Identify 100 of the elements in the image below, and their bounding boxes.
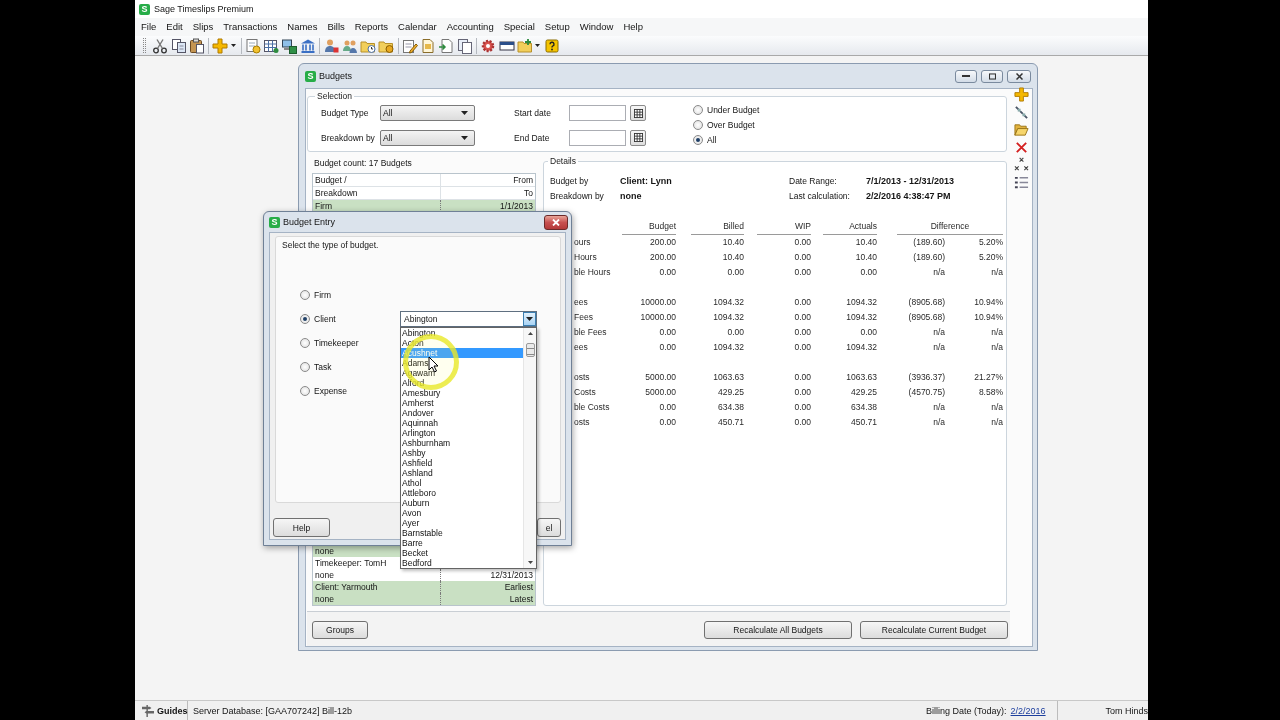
radio-option[interactable]: Client bbox=[300, 311, 400, 327]
radio-option[interactable]: Firm bbox=[300, 287, 400, 303]
menu-item[interactable]: Bills bbox=[322, 20, 350, 34]
table-cell-text: (8905.68) bbox=[907, 311, 945, 324]
folder-icon[interactable] bbox=[1013, 122, 1029, 137]
list-option[interactable]: Barnstable bbox=[401, 528, 523, 538]
documents-icon[interactable] bbox=[456, 37, 473, 54]
copy-icon[interactable] bbox=[170, 37, 187, 54]
calendar-button[interactable] bbox=[630, 105, 646, 122]
column-header[interactable]: To bbox=[524, 188, 533, 198]
list-option[interactable]: Becket bbox=[401, 548, 523, 558]
folder-plus-icon[interactable] bbox=[516, 37, 533, 54]
scrollbar-thumb[interactable] bbox=[525, 343, 535, 357]
scroll-up-icon[interactable] bbox=[527, 332, 533, 335]
list-option[interactable]: Attleboro bbox=[401, 488, 523, 498]
list-option[interactable]: Ashfield bbox=[401, 458, 523, 468]
dropdown[interactable]: All bbox=[380, 105, 475, 122]
list-option[interactable]: Ashby bbox=[401, 448, 523, 458]
person-icon[interactable] bbox=[323, 37, 340, 54]
menu-item[interactable]: Special bbox=[498, 20, 540, 34]
guides-button[interactable]: Guides bbox=[135, 701, 188, 720]
column-header[interactable]: Breakdown bbox=[315, 188, 358, 198]
column-header[interactable]: From bbox=[513, 175, 533, 185]
document-coin-icon[interactable] bbox=[244, 37, 261, 54]
table-cell-text: 634.38 bbox=[850, 401, 877, 414]
list-option[interactable]: Arlington bbox=[401, 428, 523, 438]
list-row[interactable]: none Latest bbox=[313, 593, 535, 605]
maximize-button[interactable] bbox=[981, 69, 1003, 83]
billing-date-link[interactable]: 2/2/2016 bbox=[1010, 705, 1046, 716]
grip-handle[interactable] bbox=[143, 38, 146, 53]
close-button[interactable] bbox=[1007, 69, 1031, 83]
menu-item[interactable]: Window bbox=[574, 20, 619, 34]
list-row[interactable]: Client: Yarmouth Earliest bbox=[313, 581, 535, 593]
list-option[interactable]: Aquinnah bbox=[401, 418, 523, 428]
minimize-button[interactable] bbox=[955, 69, 977, 83]
list-icon[interactable] bbox=[1013, 174, 1029, 190]
list-option[interactable]: Athol bbox=[401, 478, 523, 488]
radio-option[interactable]: Expense bbox=[300, 383, 400, 399]
caret-icon[interactable] bbox=[535, 44, 541, 47]
date-field[interactable] bbox=[569, 129, 626, 146]
calendar-button[interactable] bbox=[630, 129, 646, 146]
radio-option[interactable]: Over Budget bbox=[693, 117, 760, 132]
menu-item[interactable]: File bbox=[136, 20, 162, 34]
x-mark-icon[interactable] bbox=[1013, 139, 1029, 155]
scissors-icon[interactable] bbox=[152, 37, 169, 54]
table-cell-text: n/a bbox=[932, 266, 945, 279]
bank-icon[interactable] bbox=[299, 37, 316, 54]
list-option[interactable]: Ayer bbox=[401, 518, 523, 528]
recalculate-current-button[interactable]: Recalculate Current Budget bbox=[860, 621, 1008, 639]
menu-item[interactable]: Accounting bbox=[441, 20, 499, 34]
groups-button[interactable]: Groups bbox=[312, 621, 368, 639]
menu-item[interactable]: Slips bbox=[187, 20, 219, 34]
row-label: Hours bbox=[574, 251, 598, 264]
list-option[interactable]: Andover bbox=[401, 408, 523, 418]
list-option[interactable]: Bedford bbox=[401, 558, 523, 568]
grid-icon[interactable] bbox=[263, 37, 280, 54]
radio-option[interactable]: Under Budget bbox=[693, 102, 760, 117]
help-button[interactable]: Help bbox=[273, 518, 330, 537]
menu-item[interactable]: Edit bbox=[161, 20, 188, 34]
close-button[interactable] bbox=[544, 214, 568, 230]
list-option[interactable]: Amesbury bbox=[401, 388, 523, 398]
computer-icon[interactable] bbox=[281, 37, 298, 54]
list-option[interactable]: Avon bbox=[401, 508, 523, 518]
dropdown[interactable]: Abington bbox=[400, 311, 537, 327]
scrollbar[interactable] bbox=[523, 328, 536, 568]
radio-option[interactable]: All bbox=[693, 132, 760, 147]
menu-item[interactable]: Help bbox=[618, 20, 648, 34]
dialog-button[interactable]: el bbox=[537, 518, 561, 537]
document-icon[interactable] bbox=[420, 37, 437, 54]
menu-item[interactable]: Transactions bbox=[218, 20, 283, 34]
gear-icon[interactable] bbox=[480, 37, 497, 54]
scroll-down-icon[interactable] bbox=[527, 561, 533, 564]
list-row[interactable]: Firm 1/1/2013 bbox=[313, 200, 535, 212]
dropdown-button[interactable] bbox=[523, 312, 536, 326]
list-option[interactable]: Abington bbox=[401, 328, 523, 338]
list-option[interactable]: Amherst bbox=[401, 398, 523, 408]
menu-item[interactable]: Names bbox=[282, 20, 323, 34]
caret-icon[interactable] bbox=[230, 44, 236, 47]
list-option[interactable]: Ashland bbox=[401, 468, 523, 478]
clipboard-icon[interactable] bbox=[188, 37, 205, 54]
menu-item[interactable]: Reports bbox=[349, 20, 394, 34]
list-option[interactable]: Auburn bbox=[401, 498, 523, 508]
x-marks-icon[interactable] bbox=[1013, 157, 1029, 172]
radio-option[interactable]: Task bbox=[300, 359, 400, 375]
recalculate-all-button[interactable]: Recalculate All Budgets bbox=[704, 621, 852, 639]
list-option[interactable]: Ashburnham bbox=[401, 438, 523, 448]
column-header[interactable]: Budget / bbox=[315, 175, 347, 185]
radio-option[interactable]: Timekeeper bbox=[300, 335, 400, 351]
menu-item[interactable]: Setup bbox=[539, 20, 575, 34]
close-icon bbox=[552, 218, 560, 226]
notepad-pencil-icon[interactable] bbox=[401, 37, 418, 54]
list-option[interactable]: Barre bbox=[401, 538, 523, 548]
document-arrow-icon[interactable] bbox=[438, 37, 455, 54]
help-icon[interactable] bbox=[544, 37, 561, 54]
table-cell-text: n/a bbox=[932, 416, 945, 429]
table-cell-text: 10.40 bbox=[854, 251, 877, 264]
chain-icon[interactable] bbox=[1013, 104, 1029, 120]
menu-item[interactable]: Calendar bbox=[393, 20, 442, 34]
date-field[interactable] bbox=[569, 105, 626, 122]
dropdown[interactable]: All bbox=[380, 129, 475, 146]
